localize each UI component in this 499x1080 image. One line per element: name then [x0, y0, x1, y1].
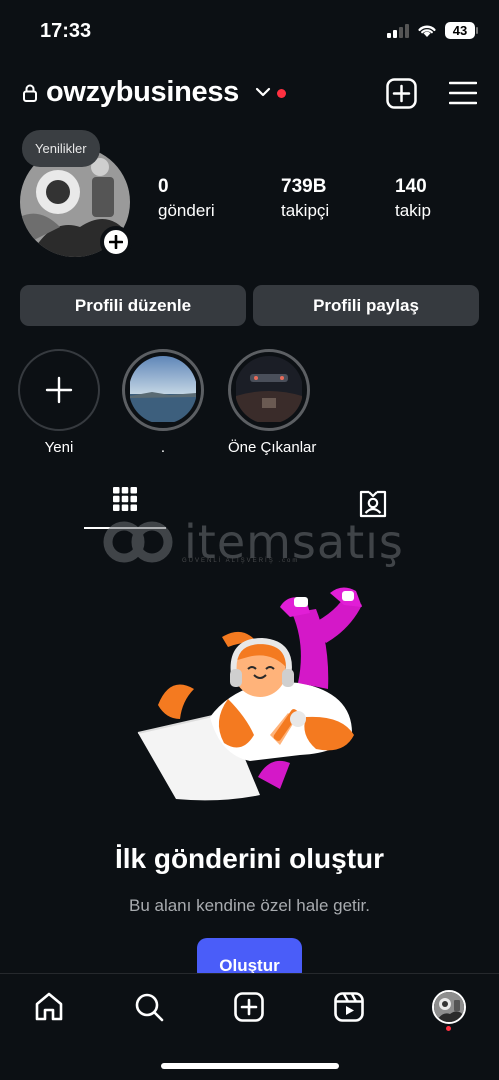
tab-home[interactable]	[32, 990, 66, 1024]
status-bar: 17:33 43	[0, 0, 499, 60]
wifi-icon	[418, 25, 436, 37]
battery-icon: 43	[445, 22, 478, 39]
home-indicator	[161, 1063, 339, 1069]
status-time: 17:33	[40, 20, 92, 42]
stat-followers-label: takipçi	[281, 201, 330, 220]
empty-state-illustration	[137, 587, 362, 801]
stat-posts[interactable]: 0 gönderi	[158, 176, 215, 221]
share-profile-button[interactable]: Profili paylaş	[253, 285, 479, 326]
create-icon	[234, 992, 264, 1022]
highlight-new[interactable]: Yeni	[18, 349, 100, 456]
tab-profile[interactable]	[432, 990, 466, 1024]
highlight-label: Öne Çıkanlar	[228, 439, 317, 456]
stat-following[interactable]: 140 takip	[395, 176, 431, 221]
signal-icon	[387, 23, 409, 38]
watermark: itemsatış GÜVENLİ ALIŞVERİŞ .com	[102, 512, 404, 572]
lock-icon	[23, 84, 37, 102]
plus-icon	[45, 376, 73, 404]
stat-following-value: 140	[395, 176, 427, 197]
watermark-subtext: GÜVENLİ ALIŞVERİŞ .com	[182, 558, 300, 564]
status-icons: 43	[387, 22, 478, 39]
stat-following-label: takip	[395, 201, 431, 220]
highlight-item[interactable]: Öne Çıkanlar	[228, 349, 317, 456]
highlight-label: .	[160, 439, 166, 456]
highlight-thumbnail[interactable]	[122, 349, 204, 431]
grid-icon	[113, 487, 137, 511]
stat-followers-value: 739B	[281, 176, 327, 197]
stat-posts-value: 0	[158, 176, 169, 197]
highlight-thumbnail[interactable]	[228, 349, 310, 431]
profile-header: owzybusiness	[0, 72, 499, 116]
plus-icon	[109, 235, 123, 249]
tab-reels[interactable]	[332, 990, 366, 1024]
highlight-new-circle[interactable]	[18, 349, 100, 431]
highlight-label: Yeni	[44, 439, 74, 456]
add-story-button[interactable]	[100, 226, 132, 258]
menu-icon[interactable]	[449, 81, 477, 105]
stat-posts-label: gönderi	[158, 201, 215, 220]
tab-search[interactable]	[132, 990, 166, 1024]
tab-create[interactable]	[232, 990, 266, 1024]
notification-dot	[446, 1026, 451, 1031]
profile-avatar-small	[432, 990, 466, 1024]
home-icon	[35, 992, 63, 1021]
username[interactable]: owzybusiness	[46, 76, 239, 109]
new-post-icon[interactable]	[386, 78, 417, 109]
empty-state-subtitle: Bu alanı kendine özel hale getir.	[128, 896, 370, 915]
search-icon	[135, 993, 164, 1022]
watermark-logo-icon	[103, 521, 173, 563]
chevron-down-icon[interactable]	[255, 86, 271, 98]
empty-state-title: İlk gönderini oluştur	[114, 843, 385, 874]
highlight-item[interactable]: .	[122, 349, 204, 456]
edit-profile-button[interactable]: Profili düzenle	[20, 285, 246, 326]
notification-dot	[277, 89, 286, 98]
reels-icon	[334, 992, 364, 1022]
news-bubble[interactable]: Yenilikler	[22, 130, 100, 167]
stat-followers[interactable]: 739B takipçi	[281, 176, 329, 221]
